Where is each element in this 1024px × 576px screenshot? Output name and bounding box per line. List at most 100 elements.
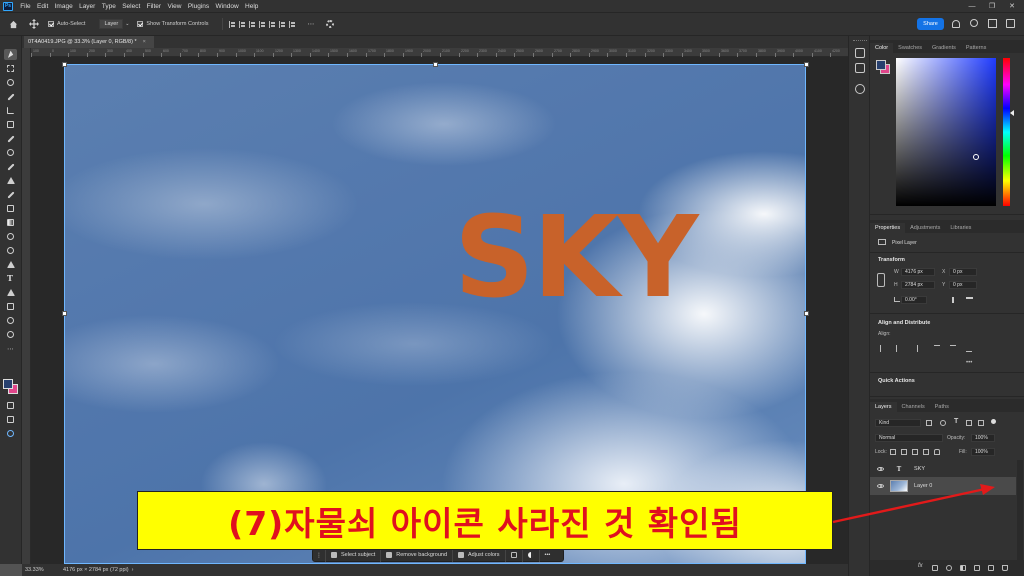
layer-row-sky[interactable]: T SKY [870, 460, 1016, 478]
align-right-icon[interactable] [249, 20, 256, 28]
visibility-eye-icon[interactable] [877, 467, 884, 471]
menu-plugins[interactable]: Plugins [185, 3, 213, 10]
lock-image-icon[interactable] [901, 449, 907, 455]
eraser-tool[interactable] [4, 203, 17, 214]
horizontal-ruler[interactable]: 100 0 100 200 300 400 500 600 700 800 900 1000 1100 1… [30, 48, 848, 57]
filter-toggle-icon[interactable] [991, 419, 996, 424]
maximize-icon[interactable]: ❐ [982, 0, 1002, 12]
layer-thumbnail[interactable] [890, 480, 908, 492]
hue-slider-handle[interactable] [1010, 110, 1014, 116]
filter-shape-icon[interactable] [966, 420, 972, 426]
arrange-documents-icon[interactable] [1006, 19, 1015, 28]
color-field[interactable] [896, 58, 996, 206]
hand-tool[interactable] [4, 315, 17, 326]
type-tool[interactable]: T [4, 273, 17, 284]
comments-panel-icon[interactable] [855, 63, 865, 73]
x-field[interactable]: 0 px [949, 268, 977, 276]
transform-heading[interactable]: Transform [878, 257, 905, 263]
quick-actions-heading[interactable]: Quick Actions [878, 378, 915, 384]
color-picker-cursor[interactable] [973, 154, 979, 160]
adjustment-layer-button[interactable] [523, 548, 540, 562]
more-options-button[interactable]: ••• [540, 548, 556, 562]
opacity-field[interactable]: 100% [971, 434, 995, 442]
show-transform-controls-checkbox[interactable] [137, 21, 144, 27]
path-selection-tool[interactable] [4, 287, 17, 298]
transform-button[interactable] [506, 548, 523, 562]
layer-name[interactable]: Layer 0 [914, 483, 932, 489]
fx-icon[interactable] [932, 565, 938, 571]
blur-tool[interactable] [4, 231, 17, 242]
panel-align-top-icon[interactable] [934, 345, 940, 352]
panel-align-left-icon[interactable] [880, 345, 886, 352]
filter-type-icon[interactable]: T [954, 418, 958, 425]
menu-select[interactable]: Select [119, 3, 143, 10]
gradient-tool[interactable] [4, 217, 17, 228]
panel-align-right-icon[interactable] [912, 345, 918, 352]
new-group-icon[interactable] [974, 565, 980, 571]
document-tab[interactable]: 0T4A0419.JPG @ 33.3% (Layer 0, RGB/8) * … [24, 36, 154, 48]
layer-row-layer-0-selected[interactable]: Layer 0 [870, 477, 1016, 495]
screen-mode-button[interactable] [4, 414, 17, 425]
transform-handle-left[interactable] [62, 311, 67, 316]
transform-handle-top-right[interactable] [804, 62, 809, 67]
crop-tool[interactable] [4, 105, 17, 116]
brush-tool[interactable] [4, 161, 17, 172]
menu-filter[interactable]: Filter [143, 3, 164, 10]
filter-smart-object-icon[interactable] [978, 420, 984, 426]
align-more-button[interactable]: ••• [966, 360, 972, 366]
edit-toolbar[interactable]: ⋯ [4, 346, 17, 357]
panel-foreground-swatch[interactable] [876, 60, 886, 70]
foreground-background-colors[interactable] [3, 379, 19, 395]
fill-field[interactable]: 100% [971, 448, 995, 456]
minimize-icon[interactable]: — [962, 0, 982, 12]
auto-select-checkbox[interactable] [48, 21, 54, 27]
flip-horizontal-icon[interactable] [952, 297, 959, 303]
close-tab-icon[interactable]: × [143, 39, 146, 45]
zoom-level[interactable]: 33.33% [25, 567, 63, 573]
tab-libraries[interactable]: Libraries [945, 223, 976, 233]
lock-artboard-icon[interactable] [923, 449, 929, 455]
foreground-color-swatch[interactable] [3, 379, 13, 389]
blend-mode-dropdown[interactable]: Normal [875, 434, 943, 442]
lock-transparent-icon[interactable] [890, 449, 896, 455]
history-brush-tool[interactable] [4, 189, 17, 200]
zoom-tool[interactable] [4, 329, 17, 340]
menu-type[interactable]: Type [99, 3, 119, 10]
menu-view[interactable]: View [164, 3, 184, 10]
history-panel-icon[interactable] [855, 48, 865, 58]
adjust-colors-button[interactable]: Adjust colors [453, 548, 506, 562]
align-distribute-heading[interactable]: Align and Distribute [878, 320, 930, 326]
transform-handle-top-left[interactable] [62, 62, 67, 67]
add-mask-icon[interactable] [946, 565, 952, 571]
workspace-icon[interactable] [988, 19, 997, 28]
height-field[interactable]: 2784 px [901, 281, 935, 289]
hue-slider[interactable] [1003, 58, 1010, 206]
tab-gradients[interactable]: Gradients [927, 43, 961, 53]
y-field[interactable]: 0 px [949, 281, 977, 289]
new-layer-icon[interactable] [988, 565, 994, 571]
tab-properties[interactable]: Properties [870, 223, 906, 233]
tab-color[interactable]: Color [870, 43, 894, 53]
marquee-tool[interactable] [4, 63, 17, 74]
close-window-icon[interactable]: ✕ [1002, 0, 1022, 12]
sky-photo-layer[interactable]: SKY [64, 64, 806, 564]
filter-adjustment-icon[interactable] [940, 420, 946, 426]
align-top-icon[interactable] [259, 20, 266, 28]
shape-tool[interactable] [4, 301, 17, 312]
more-options-icon[interactable]: ⋯ [307, 20, 314, 28]
menu-edit[interactable]: Edit [34, 3, 52, 10]
search-icon[interactable] [970, 19, 978, 27]
share-for-review-button[interactable] [4, 428, 17, 439]
layer-filter-dropdown[interactable]: Kind [875, 419, 921, 427]
home-icon[interactable] [6, 17, 20, 31]
tab-layers[interactable]: Layers [870, 402, 897, 412]
drag-handle[interactable]: ⋮ [313, 548, 326, 562]
tab-channels[interactable]: Channels [897, 402, 930, 412]
filter-pixel-icon[interactable] [926, 420, 932, 426]
align-vcenter-icon[interactable] [269, 20, 276, 28]
link-icon[interactable] [877, 273, 885, 287]
layer-name[interactable]: SKY [914, 466, 925, 472]
document-info[interactable]: 4176 px × 2784 px (72 ppi) [63, 567, 129, 573]
select-subject-button[interactable]: Select subject [326, 548, 382, 562]
object-selection-tool[interactable] [4, 91, 17, 102]
